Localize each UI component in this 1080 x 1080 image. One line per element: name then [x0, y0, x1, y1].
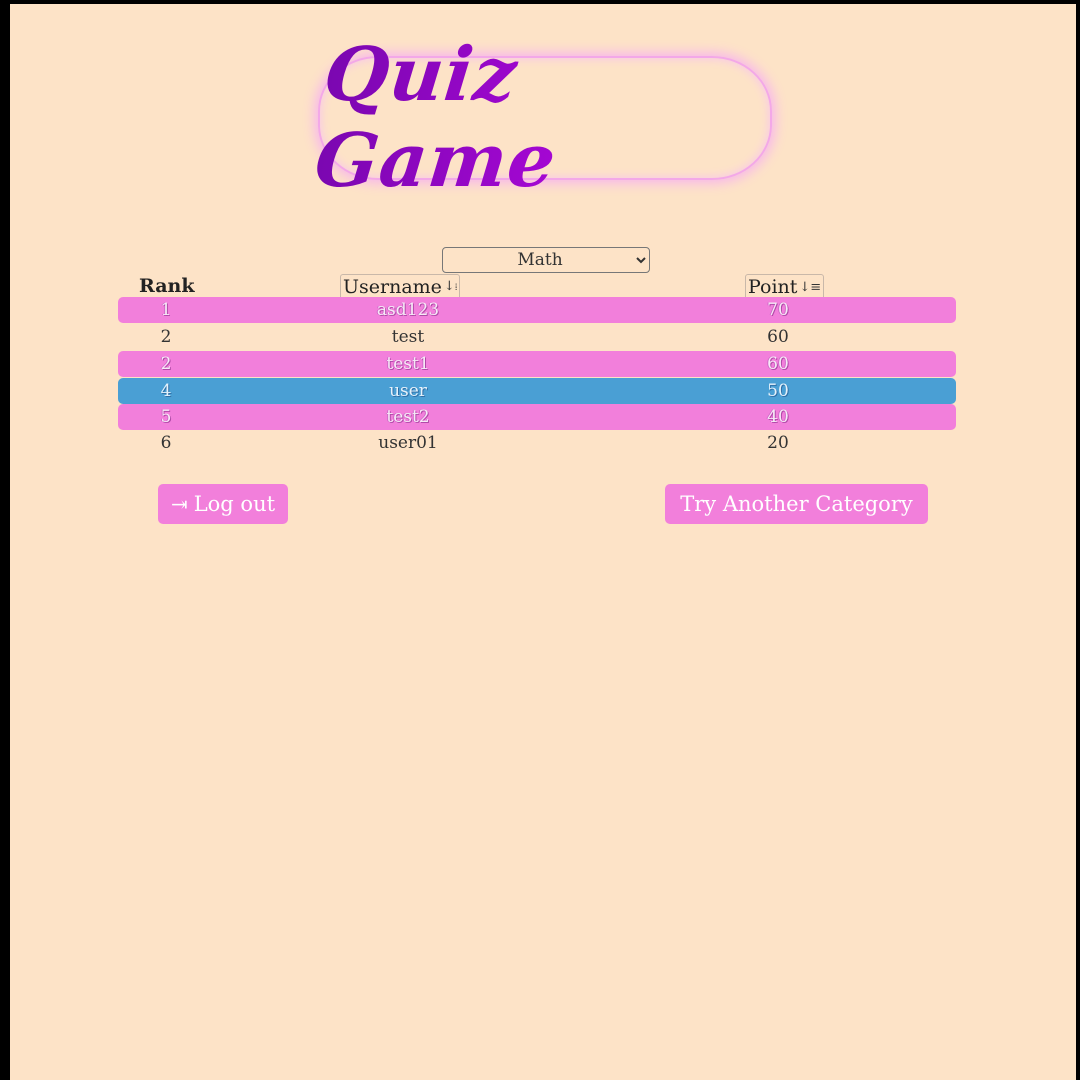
username-cell: user — [389, 381, 427, 401]
points-cell: 60 — [767, 354, 789, 374]
rank-cell: 1 — [160, 300, 172, 320]
points-cell: 70 — [767, 300, 789, 320]
username-cell: asd123 — [376, 300, 440, 320]
username-cell: user01 — [378, 433, 438, 453]
points-cell: 20 — [767, 433, 789, 453]
logout-button[interactable]: ⇥ Log out — [158, 484, 288, 524]
rank-cell: 4 — [160, 381, 172, 401]
table-row: 2 test1 60 — [118, 351, 956, 377]
column-header-point: Point — [748, 276, 798, 298]
page-title: Quiz Game — [311, 32, 779, 204]
sort-alpha-icon: ↓⁞ — [443, 278, 458, 294]
logout-icon: ⇥ — [170, 492, 188, 516]
rank-cell: 2 — [160, 327, 172, 347]
username-cell: test — [391, 327, 425, 347]
points-cell: 50 — [767, 381, 789, 401]
try-another-category-button[interactable]: Try Another Category — [665, 484, 928, 524]
title-badge: Quiz Game — [311, 32, 772, 204]
column-header-rank: Rank — [139, 275, 195, 297]
points-cell: 60 — [767, 327, 789, 347]
rank-cell: 2 — [160, 354, 172, 374]
table-row: 6 user01 20 — [118, 430, 956, 456]
table-row: 2 test 60 — [118, 324, 956, 350]
username-cell: test1 — [386, 354, 430, 374]
points-cell: 40 — [767, 407, 789, 427]
table-row: 1 asd123 70 — [118, 297, 956, 323]
rank-cell: 6 — [160, 433, 172, 453]
rank-cell: 5 — [160, 407, 172, 427]
table-row: 4 user 50 — [118, 378, 956, 404]
column-header-username: Username — [343, 276, 442, 298]
try-another-category-label: Try Another Category — [680, 492, 913, 516]
table-row: 5 test2 40 — [118, 404, 956, 430]
logout-label: Log out — [193, 492, 276, 516]
page: Quiz Game Math Rank Username ↓⁞ Point ↓≡… — [10, 4, 1076, 1080]
category-select[interactable]: Math — [442, 247, 650, 273]
username-cell: test2 — [386, 407, 430, 427]
sort-desc-icon: ↓≡ — [799, 279, 822, 295]
